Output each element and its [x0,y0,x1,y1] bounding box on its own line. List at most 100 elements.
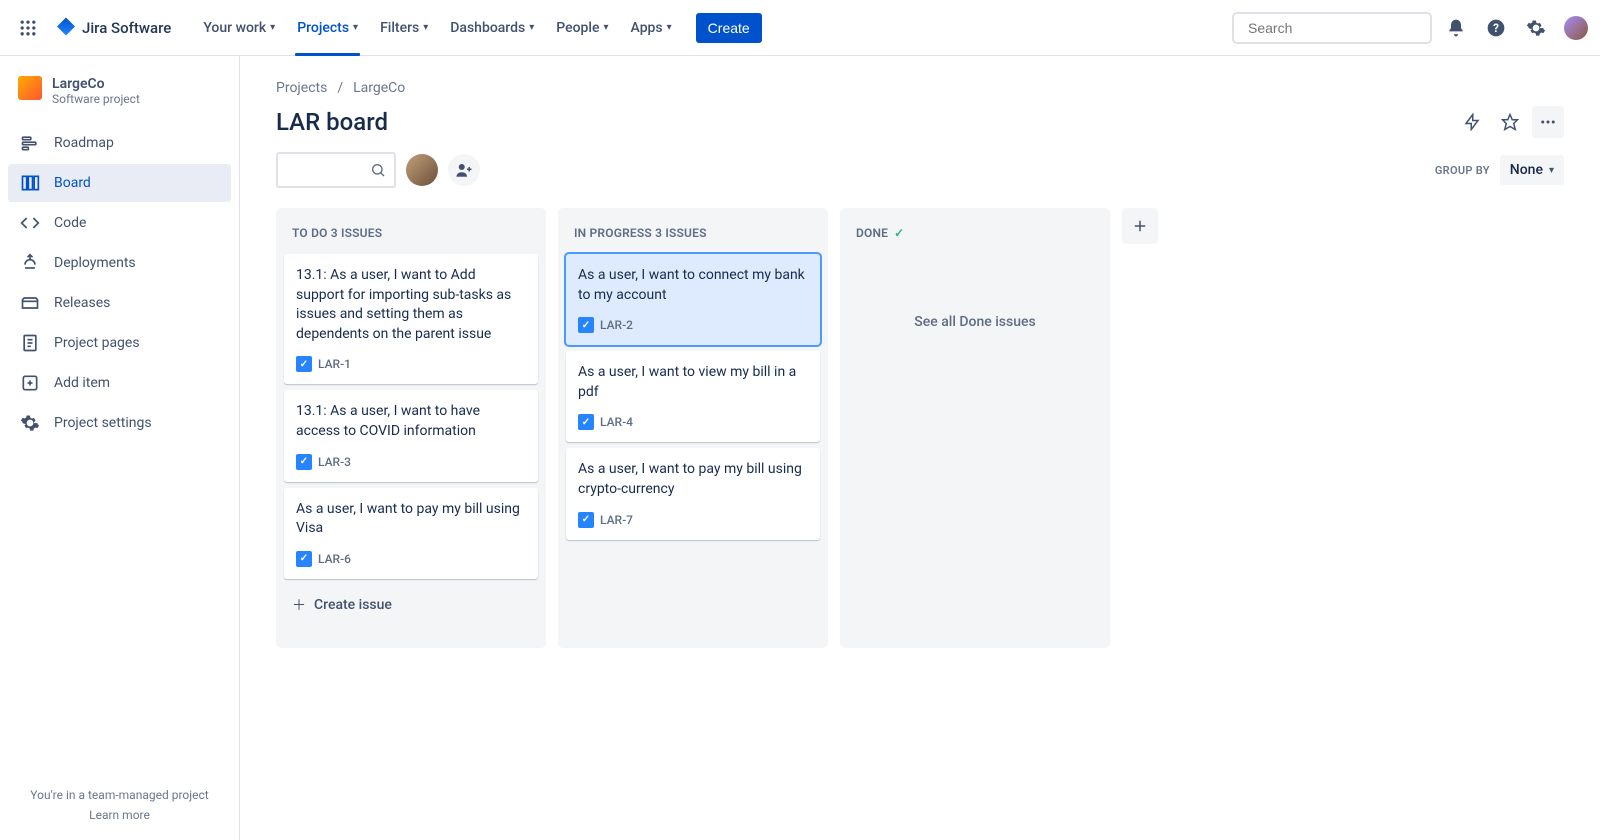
jira-logo[interactable]: Jira Software [48,16,177,40]
sidebar-item-label: Project settings [54,415,152,431]
sidebar-item-label: Project pages [54,335,140,351]
card-title: As a user, I want to view my bill in a p… [578,363,808,402]
deploy-icon [20,253,40,273]
svg-text:?: ? [1493,21,1499,35]
add-member-button[interactable] [448,154,480,186]
project-name: LargeCo [52,76,140,92]
learn-more-link[interactable]: Learn more [18,808,221,822]
sidebar-item-board[interactable]: Board [8,164,231,202]
breadcrumb: Projects / LargeCo [276,80,1564,96]
see-all-done-link[interactable]: See all Done issues [848,254,1102,390]
chevron-down-icon: ▾ [667,22,672,33]
task-icon: ✓ [296,454,312,470]
search-input[interactable] [1248,20,1429,36]
issue-card[interactable]: As a user, I want to pay my bill using V… [284,488,538,579]
task-icon: ✓ [578,317,594,333]
star-icon[interactable] [1494,106,1526,138]
plus-icon: ＋ [292,595,306,615]
issue-card[interactable]: 13.1: As a user, I want to have access t… [284,390,538,481]
sidebar-item-label: Add item [54,375,110,391]
sidebar-item-deploy[interactable]: Deployments [8,244,231,282]
card-title: As a user, I want to pay my bill using c… [578,460,808,499]
main-content: Projects / LargeCo LAR board [240,56,1600,840]
card-title: As a user, I want to pay my bill using V… [296,500,526,539]
nav-projects[interactable]: Projects▾ [287,14,368,42]
breadcrumb-projects[interactable]: Projects [276,80,327,96]
issue-card[interactable]: As a user, I want to view my bill in a p… [566,351,820,442]
issue-card[interactable]: As a user, I want to pay my bill using c… [566,448,820,539]
nav-items: Your work▾ Projects▾ Filters▾ Dashboards… [193,14,681,42]
sidebar-item-label: Board [54,175,91,191]
user-avatar[interactable] [1564,16,1588,40]
sidebar-item-settings[interactable]: Project settings [8,404,231,442]
task-icon: ✓ [578,512,594,528]
add-column-button[interactable] [1122,208,1158,244]
task-icon: ✓ [578,414,594,430]
column-header: IN PROGRESS 3 ISSUES [566,216,820,254]
task-icon: ✓ [296,356,312,372]
member-avatar[interactable] [406,154,438,186]
roadmap-icon [20,133,40,153]
settings-icon[interactable] [1520,12,1552,44]
breadcrumb-project[interactable]: LargeCo [353,80,405,96]
sidebar: LargeCo Software project Roadmap Board Cod… [0,56,240,840]
sidebar-item-code[interactable]: Code [8,204,231,242]
sidebar-footer: You're in a team-managed project Learn m… [8,778,231,832]
notifications-icon[interactable] [1440,12,1472,44]
board-search[interactable] [276,152,396,188]
kanban-board: TO DO 3 ISSUES13.1: As a user, I want to… [276,208,1564,648]
sidebar-item-label: Deployments [54,255,136,271]
chevron-down-icon: ▾ [529,22,534,33]
releases-icon [20,293,40,313]
sidebar-item-label: Releases [54,295,110,311]
create-button[interactable]: Create [696,13,762,43]
add-icon [20,373,40,393]
create-issue-button[interactable]: ＋Create issue [284,585,538,625]
task-icon: ✓ [296,551,312,567]
column-header: TO DO 3 ISSUES [284,216,538,254]
global-search[interactable] [1232,12,1432,44]
group-by-label: GROUP BY [1435,164,1490,177]
project-icon [18,76,42,100]
more-icon[interactable] [1532,106,1564,138]
code-icon [20,213,40,233]
chevron-down-icon: ▾ [1549,165,1554,176]
nav-your-work[interactable]: Your work▾ [193,14,285,42]
card-title: 13.1: As a user, I want to have access t… [296,402,526,441]
issue-card[interactable]: As a user, I want to connect my bank to … [566,254,820,345]
issue-key: LAR-7 [600,513,633,527]
settings-icon [20,413,40,433]
nav-apps[interactable]: Apps▾ [621,14,682,42]
project-header[interactable]: LargeCo Software project [8,76,231,124]
sidebar-item-releases[interactable]: Releases [8,284,231,322]
board-column: DONE✓See all Done issues [840,208,1110,648]
issue-key: LAR-4 [600,415,633,429]
sidebar-item-label: Roadmap [54,135,114,151]
issue-card[interactable]: 13.1: As a user, I want to Add support f… [284,254,538,384]
page-title: LAR board [276,108,388,136]
logo-text: Jira Software [82,19,171,37]
pages-icon [20,333,40,353]
help-icon[interactable]: ? [1480,12,1512,44]
sidebar-item-label: Code [54,215,86,231]
search-icon [370,162,386,178]
nav-people[interactable]: People▾ [546,14,618,42]
group-by-select[interactable]: None ▾ [1500,155,1564,185]
chevron-down-icon: ▾ [423,22,428,33]
issue-key: LAR-1 [318,357,351,371]
nav-dashboards[interactable]: Dashboards▾ [440,14,544,42]
issue-key: LAR-3 [318,455,351,469]
sidebar-item-pages[interactable]: Project pages [8,324,231,362]
chevron-down-icon: ▾ [270,22,275,33]
app-switcher-icon[interactable] [12,12,44,44]
issue-key: LAR-2 [600,318,633,332]
automation-icon[interactable] [1456,106,1488,138]
chevron-down-icon: ▾ [353,22,358,33]
check-icon: ✓ [894,226,904,240]
column-header: DONE✓ [848,216,1102,254]
sidebar-item-roadmap[interactable]: Roadmap [8,124,231,162]
card-title: As a user, I want to connect my bank to … [578,266,808,305]
sidebar-item-add[interactable]: Add item [8,364,231,402]
nav-filters[interactable]: Filters▾ [370,14,438,42]
project-type: Software project [52,92,140,106]
